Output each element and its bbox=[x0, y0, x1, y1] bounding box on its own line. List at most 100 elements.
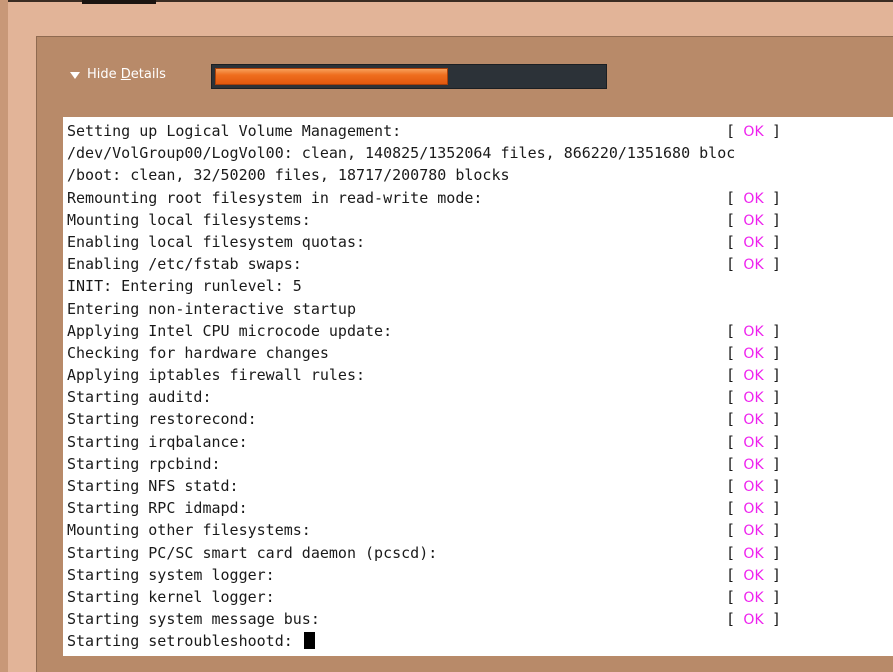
console-line: Starting system logger: [OK] bbox=[63, 564, 893, 586]
status-open-bracket: [ bbox=[726, 321, 736, 340]
console-line: Mounting local filesystems: [OK] bbox=[63, 209, 893, 231]
boot-progress-fill bbox=[215, 68, 448, 85]
status-open-bracket: [ bbox=[726, 388, 736, 407]
status-ok: [ OK] bbox=[726, 342, 781, 365]
console-line: Starting rpcbind: [OK] bbox=[63, 453, 893, 475]
console-line: Mounting other filesystems: [OK] bbox=[63, 519, 893, 541]
status-ok-text: OK bbox=[743, 368, 764, 385]
status-ok: [ OK] bbox=[726, 386, 781, 409]
console-line: Checking for hardware changes [ OK] bbox=[63, 342, 893, 364]
console-line-text: Remounting root filesystem in read-write… bbox=[67, 188, 483, 207]
console-line-text: /boot: clean, 32/50200 files, 18717/2007… bbox=[67, 166, 510, 185]
console-line: Starting PC/SC smart card daemon (pcscd)… bbox=[63, 542, 893, 564]
console-line-text: Starting irqbalance: bbox=[67, 432, 248, 451]
console-line: INIT: Entering runlevel: 5 bbox=[63, 275, 893, 297]
console-line-text: Starting NFS statd: bbox=[67, 477, 239, 495]
status-ok: [ OK] bbox=[726, 320, 781, 343]
console-line-text: Starting kernel logger: bbox=[67, 587, 275, 606]
status-open-bracket: [ bbox=[726, 122, 736, 140]
console-line-text: Applying iptables firewall rules: bbox=[67, 366, 366, 385]
status-open-bracket: [ bbox=[726, 521, 736, 540]
status-ok: [OK] bbox=[726, 542, 781, 565]
console-line: Starting irqbalance: [ OK] bbox=[63, 431, 893, 453]
console-line: Starting setroubleshootd: bbox=[63, 630, 893, 652]
status-ok: [OK] bbox=[726, 120, 781, 143]
status-open-bracket: [ bbox=[726, 410, 736, 429]
console-line-text: Checking for hardware changes bbox=[67, 343, 329, 362]
console-line-text: Starting rpcbind: bbox=[67, 454, 221, 473]
status-ok-text: OK bbox=[743, 456, 764, 473]
console-line: Starting kernel logger: [OK] bbox=[63, 586, 893, 608]
text-cursor bbox=[303, 632, 315, 650]
status-ok: [OK] bbox=[726, 187, 781, 210]
console-line-text: Mounting other filesystems: bbox=[67, 521, 311, 540]
console-line-text: INIT: Entering runlevel: 5 bbox=[67, 277, 302, 296]
status-ok: [ OK] bbox=[726, 364, 781, 387]
status-open-bracket: [ bbox=[726, 188, 736, 207]
status-close-bracket: ] bbox=[772, 321, 782, 340]
console-line-text: Enabling /etc/fstab swaps: bbox=[67, 255, 302, 274]
status-close-bracket: ] bbox=[772, 188, 782, 207]
status-close-bracket: ] bbox=[772, 477, 782, 495]
boot-console: Setting up Logical Volume Management: [ OK… bbox=[63, 117, 893, 656]
status-open-bracket: [ bbox=[726, 343, 736, 362]
status-close-bracket: ] bbox=[772, 232, 782, 251]
status-open-bracket: [ bbox=[726, 366, 736, 385]
top-tab-marker bbox=[82, 0, 156, 4]
hide-details-toggle[interactable]: Hide Details bbox=[70, 66, 166, 84]
status-ok-text: OK bbox=[743, 412, 764, 429]
status-ok: [OK] bbox=[726, 497, 781, 520]
status-ok-text: OK bbox=[743, 345, 764, 362]
console-line: Starting RPC idmapd: [OK] bbox=[63, 497, 893, 519]
status-ok: [OK] bbox=[726, 586, 781, 609]
status-ok: [OK] bbox=[726, 608, 781, 631]
status-ok: [ OK] bbox=[726, 408, 781, 431]
console-line: /dev/VolGroup00/LogVol00: clean, 140825/… bbox=[63, 142, 893, 164]
console-line: Entering non-interactive startup bbox=[63, 298, 893, 320]
console-line-text: Starting restorecond: bbox=[67, 410, 257, 429]
status-open-bracket: [ bbox=[726, 610, 736, 629]
status-close-bracket: ] bbox=[772, 388, 782, 407]
left-edge bbox=[0, 0, 8, 672]
status-ok-text: OK bbox=[743, 390, 764, 407]
status-open-bracket: [ bbox=[726, 210, 736, 229]
status-ok-text: OK bbox=[743, 612, 764, 629]
status-open-bracket: [ bbox=[726, 565, 736, 584]
status-ok-text: OK bbox=[743, 323, 764, 340]
status-close-bracket: ] bbox=[772, 454, 782, 473]
status-close-bracket: ] bbox=[772, 587, 782, 606]
status-ok-text: OK bbox=[743, 234, 764, 251]
console-line: Starting auditd: [OK] bbox=[63, 386, 893, 408]
console-line: /boot: clean, 32/50200 files, 18717/2007… bbox=[63, 164, 893, 186]
console-line-text: Starting setroubleshootd: bbox=[67, 632, 302, 651]
console-line: Remounting root filesystem in read-write… bbox=[63, 187, 893, 209]
status-close-bracket: ] bbox=[772, 366, 782, 385]
console-line-text: /dev/VolGroup00/LogVol00: clean, 140825/… bbox=[67, 144, 736, 163]
status-ok: [OK] bbox=[726, 475, 781, 498]
console-line: Applying iptables firewall rules: [ OK] bbox=[63, 364, 893, 386]
boot-progress-bar bbox=[211, 64, 607, 89]
status-close-bracket: ] bbox=[772, 432, 782, 451]
status-open-bracket: [ bbox=[726, 477, 736, 495]
console-line-text: Setting up Logical Volume Management: bbox=[67, 122, 402, 140]
status-ok: [ OK] bbox=[726, 431, 781, 454]
status-ok-text: OK bbox=[743, 501, 764, 518]
status-ok: [OK] bbox=[726, 209, 781, 232]
console-line-text: Starting PC/SC smart card daemon (pcscd)… bbox=[67, 543, 438, 562]
status-ok-text: OK bbox=[743, 567, 764, 584]
status-close-bracket: ] bbox=[772, 122, 782, 140]
status-ok: [OK] bbox=[726, 564, 781, 587]
status-ok-text: OK bbox=[743, 212, 764, 229]
console-line-text: Starting system logger: bbox=[67, 565, 275, 584]
console-line: Starting restorecond: [ OK] bbox=[63, 408, 893, 430]
status-ok-text: OK bbox=[743, 434, 764, 451]
status-ok-text: OK bbox=[743, 257, 764, 274]
console-line: Starting NFS statd: [OK] bbox=[63, 475, 893, 497]
status-open-bracket: [ bbox=[726, 587, 736, 606]
status-open-bracket: [ bbox=[726, 432, 736, 451]
console-line: Enabling /etc/fstab swaps: [OK] bbox=[63, 253, 893, 275]
status-close-bracket: ] bbox=[772, 410, 782, 429]
status-ok-text: OK bbox=[743, 545, 764, 562]
status-close-bracket: ] bbox=[772, 343, 782, 362]
status-ok: [OK] bbox=[726, 453, 781, 476]
